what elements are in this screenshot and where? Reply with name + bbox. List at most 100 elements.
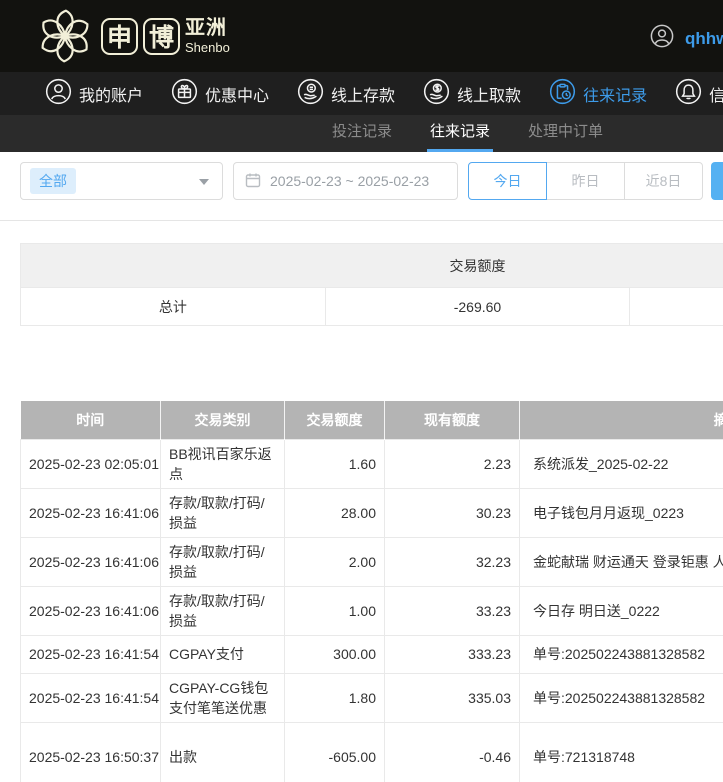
type-select-value: 全部 xyxy=(30,168,76,194)
gift-icon xyxy=(171,78,198,110)
filter-bar: 全部 2025-02-23 ~ 2025-02-23 今日 昨日 近8日 xyxy=(20,162,723,200)
nav-item-label: 往来记录 xyxy=(583,82,647,106)
cell-amount: 2.00 xyxy=(285,537,385,586)
cell-balance: 33.23 xyxy=(385,586,520,635)
nav-item-label: 线上存款 xyxy=(331,82,395,106)
cell-amount: 1.00 xyxy=(285,586,385,635)
cell-balance: 32.23 xyxy=(385,537,520,586)
person-icon xyxy=(45,78,72,110)
cell-time: 2025-02-23 16:41:06 xyxy=(21,488,161,537)
cell-type: 存款/取款/打码/损益 xyxy=(161,488,285,537)
table-row: 2025-02-23 16:50:37 出款 -605.00 -0.46 单号:… xyxy=(21,722,723,782)
cell-time: 2025-02-23 16:41:06 xyxy=(21,586,161,635)
summary-total-value: -269.60 xyxy=(325,288,630,326)
flower-logo-icon xyxy=(34,6,96,66)
bell-icon xyxy=(675,78,702,110)
top-header: 申 博 亚洲 Shenbo qhhw xyxy=(0,0,723,72)
summary-table: 交易额度 总计 -269.60 xyxy=(20,243,723,326)
column-header-amount: 交易额度 xyxy=(285,401,385,439)
summary-total-label: 总计 xyxy=(21,288,326,326)
table-row: 2025-02-23 16:41:54 CGPAY支付 300.00 333.2… xyxy=(21,635,723,673)
table-row: 2025-02-23 02:05:01 BB视讯百家乐返点 1.60 2.23 … xyxy=(21,439,723,488)
nav-item-withdraw[interactable]: 线上取款 xyxy=(423,78,521,110)
cell-summary: 单号:721318748 xyxy=(520,722,723,782)
cell-time: 2025-02-23 16:41:54 xyxy=(21,635,161,673)
cell-balance: 30.23 xyxy=(385,488,520,537)
nav-item-messages[interactable]: 信 xyxy=(675,78,723,110)
date-range-value: 2025-02-23 ~ 2025-02-23 xyxy=(270,173,429,189)
summary-empty-cell xyxy=(630,288,723,326)
table-header-row: 时间 交易类别 交易额度 现有额度 摘要 xyxy=(21,401,723,439)
cell-summary: 系统派发_2025-02-22 xyxy=(520,439,723,488)
cell-balance: 335.03 xyxy=(385,673,520,722)
logo-char-bo: 博 xyxy=(143,18,180,55)
today-button[interactable]: 今日 xyxy=(468,162,547,200)
cell-summary: 金蛇献瑞 财运通天 登录钜惠 人人留 xyxy=(520,537,723,586)
user-avatar-icon xyxy=(650,24,674,53)
tab-transaction-records[interactable]: 往来记录 xyxy=(427,115,493,152)
nav-item-my-account[interactable]: 我的账户 xyxy=(45,78,143,110)
chevron-down-icon xyxy=(199,179,209,185)
main-nav: 我的账户 优惠中心 线上存款 xyxy=(0,72,723,115)
brand-logo[interactable]: 申 博 亚洲 Shenbo xyxy=(34,6,230,66)
clipboard-clock-icon xyxy=(549,78,576,110)
user-account[interactable]: qhhw xyxy=(650,24,723,53)
nav-item-label: 信 xyxy=(709,82,723,106)
cell-amount: 300.00 xyxy=(285,635,385,673)
nav-item-promotions[interactable]: 优惠中心 xyxy=(171,78,269,110)
cell-time: 2025-02-23 16:41:06 xyxy=(21,537,161,586)
cell-summary: 电子钱包月月返现_0223 xyxy=(520,488,723,537)
transactions-table: 时间 交易类别 交易额度 现有额度 摘要 2025-02-23 02:05:01… xyxy=(20,401,723,782)
nav-item-label: 我的账户 xyxy=(79,82,143,106)
summary-header-cell: 交易额度 xyxy=(21,244,723,288)
cell-amount: 28.00 xyxy=(285,488,385,537)
record-tabs: 投注记录 往来记录 处理中订单 xyxy=(0,115,723,152)
cell-summary: 单号:202502243881328582 xyxy=(520,635,723,673)
table-row: 2025-02-23 16:41:06 存款/取款/打码/损益 1.00 33.… xyxy=(21,586,723,635)
column-header-balance: 现有额度 xyxy=(385,401,520,439)
cell-amount: 1.80 xyxy=(285,673,385,722)
logo-subtext: 亚洲 Shenbo xyxy=(185,18,230,54)
cell-time: 2025-02-23 16:50:37 xyxy=(21,722,161,782)
cell-balance: 333.23 xyxy=(385,635,520,673)
table-body: 2025-02-23 02:05:01 BB视讯百家乐返点 1.60 2.23 … xyxy=(21,439,723,782)
page: 申 博 亚洲 Shenbo qhhw xyxy=(0,0,723,782)
cell-type: CGPAY-CG钱包支付笔笔送优惠 xyxy=(161,673,285,722)
search-button[interactable] xyxy=(711,162,723,200)
calendar-icon xyxy=(245,172,261,191)
nav-item-label: 优惠中心 xyxy=(205,82,269,106)
hand-dollar-icon xyxy=(423,78,450,110)
tab-betting-records[interactable]: 投注记录 xyxy=(329,115,395,152)
cell-type: 存款/取款/打码/损益 xyxy=(161,586,285,635)
table-row: 2025-02-23 16:41:54 CGPAY-CG钱包支付笔笔送优惠 1.… xyxy=(21,673,723,722)
quick-date-buttons: 今日 昨日 近8日 xyxy=(468,162,703,200)
column-header-time: 时间 xyxy=(21,401,161,439)
cell-summary: 今日存 明日送_0222 xyxy=(520,586,723,635)
hand-coin-icon xyxy=(297,78,324,110)
nav-item-transactions[interactable]: 往来记录 xyxy=(549,78,647,110)
cell-type: 存款/取款/打码/损益 xyxy=(161,537,285,586)
table-row: 2025-02-23 16:41:06 存款/取款/打码/损益 2.00 32.… xyxy=(21,537,723,586)
column-header-summary: 摘要 xyxy=(520,401,723,439)
summary-header-row: 交易额度 xyxy=(21,244,723,288)
cell-balance: 2.23 xyxy=(385,439,520,488)
yesterday-button[interactable]: 昨日 xyxy=(546,162,625,200)
last-8-days-button[interactable]: 近8日 xyxy=(624,162,703,200)
summary-total-row: 总计 -269.60 xyxy=(21,288,723,326)
cell-type: CGPAY支付 xyxy=(161,635,285,673)
cell-type: BB视讯百家乐返点 xyxy=(161,439,285,488)
cell-amount: 1.60 xyxy=(285,439,385,488)
cell-amount: -605.00 xyxy=(285,722,385,782)
cell-time: 2025-02-23 16:41:54 xyxy=(21,673,161,722)
nav-item-deposit[interactable]: 线上存款 xyxy=(297,78,395,110)
type-select[interactable]: 全部 xyxy=(20,162,223,200)
username-text: qhhw xyxy=(685,29,723,49)
nav-item-label: 线上取款 xyxy=(457,82,521,106)
tab-processing-orders[interactable]: 处理中订单 xyxy=(525,115,606,152)
logo-char-shen: 申 xyxy=(101,18,138,55)
cell-time: 2025-02-23 02:05:01 xyxy=(21,439,161,488)
section-divider xyxy=(0,220,723,221)
logo-en-text: Shenbo xyxy=(185,41,230,54)
table-row: 2025-02-23 16:41:06 存款/取款/打码/损益 28.00 30… xyxy=(21,488,723,537)
date-range-input[interactable]: 2025-02-23 ~ 2025-02-23 xyxy=(233,162,458,200)
